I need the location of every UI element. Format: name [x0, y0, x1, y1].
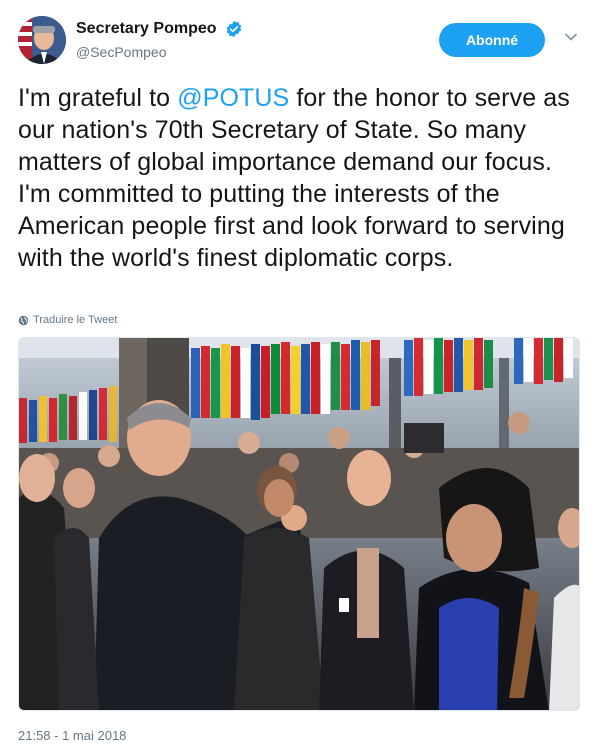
avatar[interactable]	[18, 16, 66, 64]
tweet-photo[interactable]	[18, 337, 580, 711]
globe-icon	[18, 315, 29, 325]
tweet-text: I'm grateful to @POTUS for the honor to …	[18, 82, 583, 274]
tweet-header: Secretary Pompeo @SecPompeo Abonné	[18, 16, 583, 68]
tweet-text-end: for the honor to serve as our nation's 7…	[18, 84, 570, 272]
mention-link[interactable]: @POTUS	[177, 84, 289, 112]
chevron-down-icon[interactable]	[564, 30, 578, 44]
translate-link[interactable]: Traduire le Tweet	[18, 314, 117, 326]
translate-label: Traduire le Tweet	[33, 314, 118, 326]
author-handle[interactable]: @SecPompeo	[76, 44, 243, 60]
display-name[interactable]: Secretary Pompeo	[76, 20, 217, 38]
tweet-timestamp[interactable]: 21:58 - 1 mai 2018	[18, 728, 126, 743]
verified-badge-icon	[225, 20, 243, 38]
tweet-text-start: I'm grateful to	[18, 84, 178, 112]
follow-button[interactable]: Abonné	[439, 23, 545, 57]
author-block: Secretary Pompeo @SecPompeo	[76, 20, 243, 60]
